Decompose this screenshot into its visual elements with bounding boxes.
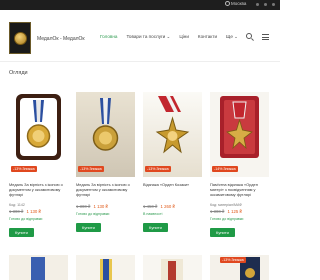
order-icon	[220, 96, 259, 158]
brand-name[interactable]: МедалОк - МедалОк	[37, 36, 85, 42]
buy-button[interactable]: Купити	[143, 223, 168, 232]
product-card[interactable]: -14% Знижка Пам'ятна відзнака «Орден мат…	[210, 92, 269, 239]
section-title: Огляди	[9, 70, 28, 76]
product-image[interactable]: -13% Знижка	[9, 92, 68, 177]
order-icon	[155, 96, 190, 154]
discount-badge: -14% Знижка	[212, 166, 238, 172]
product-grid-next-row: -13% Знижка	[9, 255, 271, 280]
product-prices: 1 300 ₴ 1 130 ₴	[9, 209, 68, 214]
buy-button[interactable]: Купити	[9, 228, 34, 237]
medal-icon	[16, 94, 61, 160]
discount-badge: -13% Знижка	[220, 257, 246, 263]
discount-badge: -13% Знижка	[78, 166, 104, 172]
browser-top-strip: Москва	[0, 0, 280, 10]
product-title[interactable]: Медаль За вірність з іконою о документом…	[9, 182, 68, 202]
window-dot-icon[interactable]	[272, 3, 275, 6]
window-dot-icon[interactable]	[256, 3, 259, 6]
location-text: Москва	[231, 1, 247, 6]
menu-icon[interactable]	[262, 33, 269, 40]
medal-logo-icon	[13, 31, 27, 45]
nav-item-more[interactable]: Ще ⌄	[226, 34, 238, 40]
search-icon[interactable]	[246, 33, 252, 39]
buy-button[interactable]: Купити	[76, 223, 101, 232]
nav-item-contacts[interactable]: Контакти	[198, 34, 217, 40]
product-image[interactable]: -14% Знижка	[210, 92, 269, 177]
nav-item-products[interactable]: Товари та послуги ⌄	[126, 34, 170, 40]
new-price: 1 130 ₴	[26, 209, 41, 214]
product-image[interactable]: -13% Знижка	[143, 92, 202, 177]
product-grid: -13% Знижка Медаль За вірність з іконою …	[9, 92, 271, 239]
availability: Готово до відправки	[210, 217, 244, 221]
product-title[interactable]: Відзнака «Орден Козаки»	[143, 182, 202, 202]
nav-item-home[interactable]: Головна	[100, 34, 117, 40]
location-pin-icon	[225, 1, 230, 6]
window-dot-icon[interactable]	[264, 3, 267, 6]
product-title[interactable]: Медаль За вірність з іконою о документом…	[76, 182, 135, 202]
product-image[interactable]	[143, 255, 202, 280]
product-prices: 1 300 ₴ 1 125 ₴	[210, 209, 269, 214]
medal-icon	[161, 259, 183, 280]
site-header: МедалОк - МедалОк Головна Товари та посл…	[0, 10, 280, 62]
product-image[interactable]	[9, 255, 68, 280]
discount-badge: -13% Знижка	[145, 166, 171, 172]
old-price: 1 300 ₴	[210, 209, 225, 214]
medal-icon	[31, 257, 45, 280]
product-card[interactable]: -13% Знижка Медаль За вірність з іконою …	[9, 92, 68, 239]
product-image[interactable]: -13% Знижка	[210, 255, 269, 280]
new-price: 1 125 ₴	[227, 209, 242, 214]
product-card[interactable]: -13% Знижка Відзнака «Орден Козаки» 1 45…	[143, 92, 202, 239]
header-icons	[246, 33, 269, 40]
old-price: 1 300 ₴	[9, 209, 24, 214]
buy-button[interactable]: Купити	[210, 228, 235, 237]
old-price: 1 450 ₴	[143, 204, 158, 209]
nav-item-prices[interactable]: Ціни	[179, 34, 189, 40]
product-code: Код: матеріал/МАФ	[210, 203, 242, 207]
product-title[interactable]: Пам'ятна відзнака «Орден матері» з посві…	[210, 182, 269, 202]
old-price: 1 300 ₴	[76, 204, 91, 209]
medal-icon	[92, 98, 119, 151]
product-image[interactable]	[76, 255, 135, 280]
new-price: 1 130 ₴	[93, 204, 108, 209]
product-code: Код: 1142	[9, 203, 25, 207]
product-card[interactable]: -13% Знижка Медаль За вірність з іконою …	[76, 92, 135, 239]
product-prices: 1 300 ₴ 1 130 ₴	[76, 204, 135, 209]
discount-badge: -13% Знижка	[11, 166, 37, 172]
availability: Готово до відправки	[9, 217, 43, 221]
new-price: 1 260 ₴	[160, 204, 175, 209]
availability: Готово до відправки	[76, 212, 110, 216]
main-nav: Головна Товари та послуги ⌄ Ціни Контакт…	[100, 34, 238, 40]
site-logo[interactable]	[9, 22, 31, 54]
availability: В наявності	[143, 212, 163, 216]
location-indicator[interactable]: Москва	[225, 1, 246, 6]
product-image[interactable]: -13% Знижка	[76, 92, 135, 177]
product-prices: 1 450 ₴ 1 260 ₴	[143, 204, 202, 209]
medal-icon	[100, 259, 112, 280]
